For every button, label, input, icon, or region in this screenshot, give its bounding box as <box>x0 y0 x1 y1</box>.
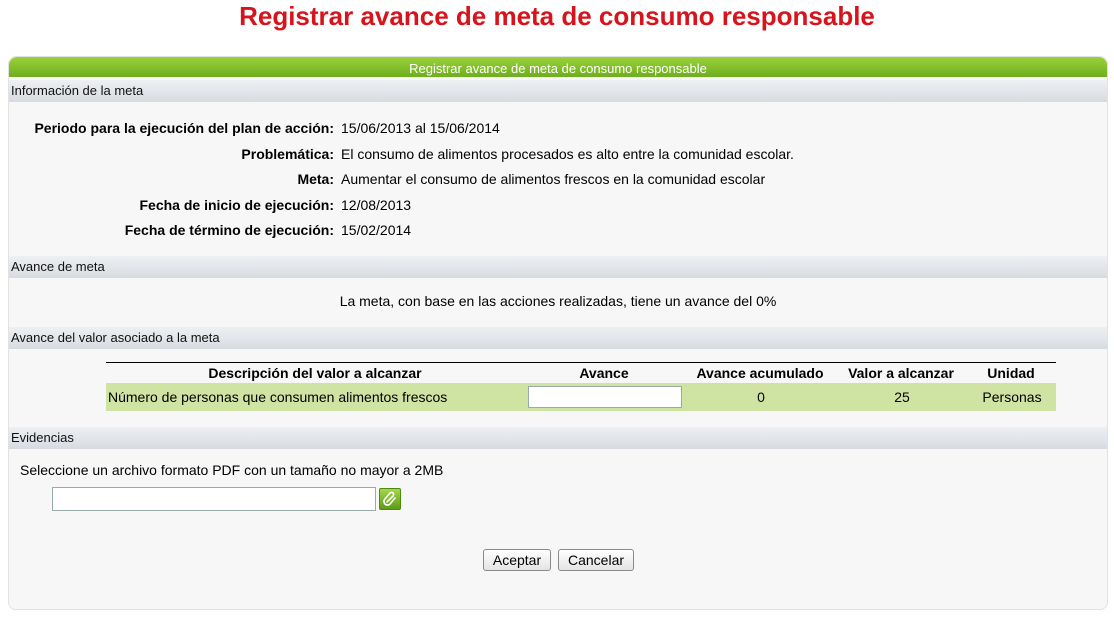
attach-button[interactable] <box>379 488 401 510</box>
header-valor: Valor a alcanzar <box>836 362 966 383</box>
info-label: Meta: <box>297 171 334 187</box>
section-evidencias: Evidencias <box>9 427 1107 449</box>
values-table: Descripción del valor a alcanzar Avance … <box>106 362 1056 411</box>
info-value: Aumentar el consumo de alimentos frescos… <box>341 171 766 187</box>
info-value: 12/08/2013 <box>341 197 412 213</box>
avance-input[interactable] <box>528 386 682 408</box>
avance-text: La meta, con base en las acciones realiz… <box>339 293 777 309</box>
info-row-fecha-termino: Fecha de término de ejecución: 15/02/201… <box>9 220 1107 240</box>
header-avance: Avance <box>524 362 684 383</box>
file-path-input[interactable] <box>52 487 376 511</box>
section-avance-valor: Avance del valor asociado a la meta <box>9 327 1107 349</box>
info-label: Problemática: <box>241 146 334 162</box>
info-label: Periodo para la ejecución del plan de ac… <box>34 120 334 136</box>
info-label: Fecha de inicio de ejecución: <box>139 197 335 213</box>
info-value: 15/02/2014 <box>341 222 412 238</box>
info-row-periodo: Periodo para la ejecución del plan de ac… <box>9 118 1107 138</box>
section-info-meta: Información de la meta <box>9 80 1107 102</box>
paperclip-icon <box>383 491 397 510</box>
table-row: Número de personas que consumen alimento… <box>106 383 1056 411</box>
info-row-meta: Meta: Aumentar el consumo de alimentos f… <box>9 169 1107 189</box>
info-value: El consumo de alimentos procesados es al… <box>341 146 794 162</box>
cell-descripcion: Número de personas que consumen alimento… <box>106 383 524 411</box>
cell-unidad: Personas <box>966 383 1056 411</box>
section-avance-meta: Avance de meta <box>9 256 1107 278</box>
header-descripcion: Descripción del valor a alcanzar <box>106 362 524 383</box>
info-label: Fecha de término de ejecución: <box>124 222 334 238</box>
cell-acumulado: 0 <box>684 383 836 411</box>
form-panel: Registrar avance de meta de consumo resp… <box>8 56 1108 610</box>
info-value: 15/06/2013 al 15/06/2014 <box>341 120 500 136</box>
header-acumulado: Avance acumulado <box>684 362 836 383</box>
cell-avance <box>524 383 684 411</box>
cancel-button[interactable]: Cancelar <box>558 549 634 571</box>
page-title: Registrar avance de meta de consumo resp… <box>239 1 875 31</box>
header-unidad: Unidad <box>966 362 1056 383</box>
accept-button[interactable]: Aceptar <box>483 549 551 571</box>
file-instruction: Seleccione un archivo formato PDF con un… <box>20 462 444 478</box>
info-row-problematica: Problemática: El consumo de alimentos pr… <box>9 144 1107 164</box>
cell-valor: 25 <box>836 383 966 411</box>
table-header-row: Descripción del valor a alcanzar Avance … <box>106 362 1056 383</box>
info-row-fecha-inicio: Fecha de inicio de ejecución: 12/08/2013 <box>9 195 1107 215</box>
panel-header: Registrar avance de meta de consumo resp… <box>9 57 1107 77</box>
